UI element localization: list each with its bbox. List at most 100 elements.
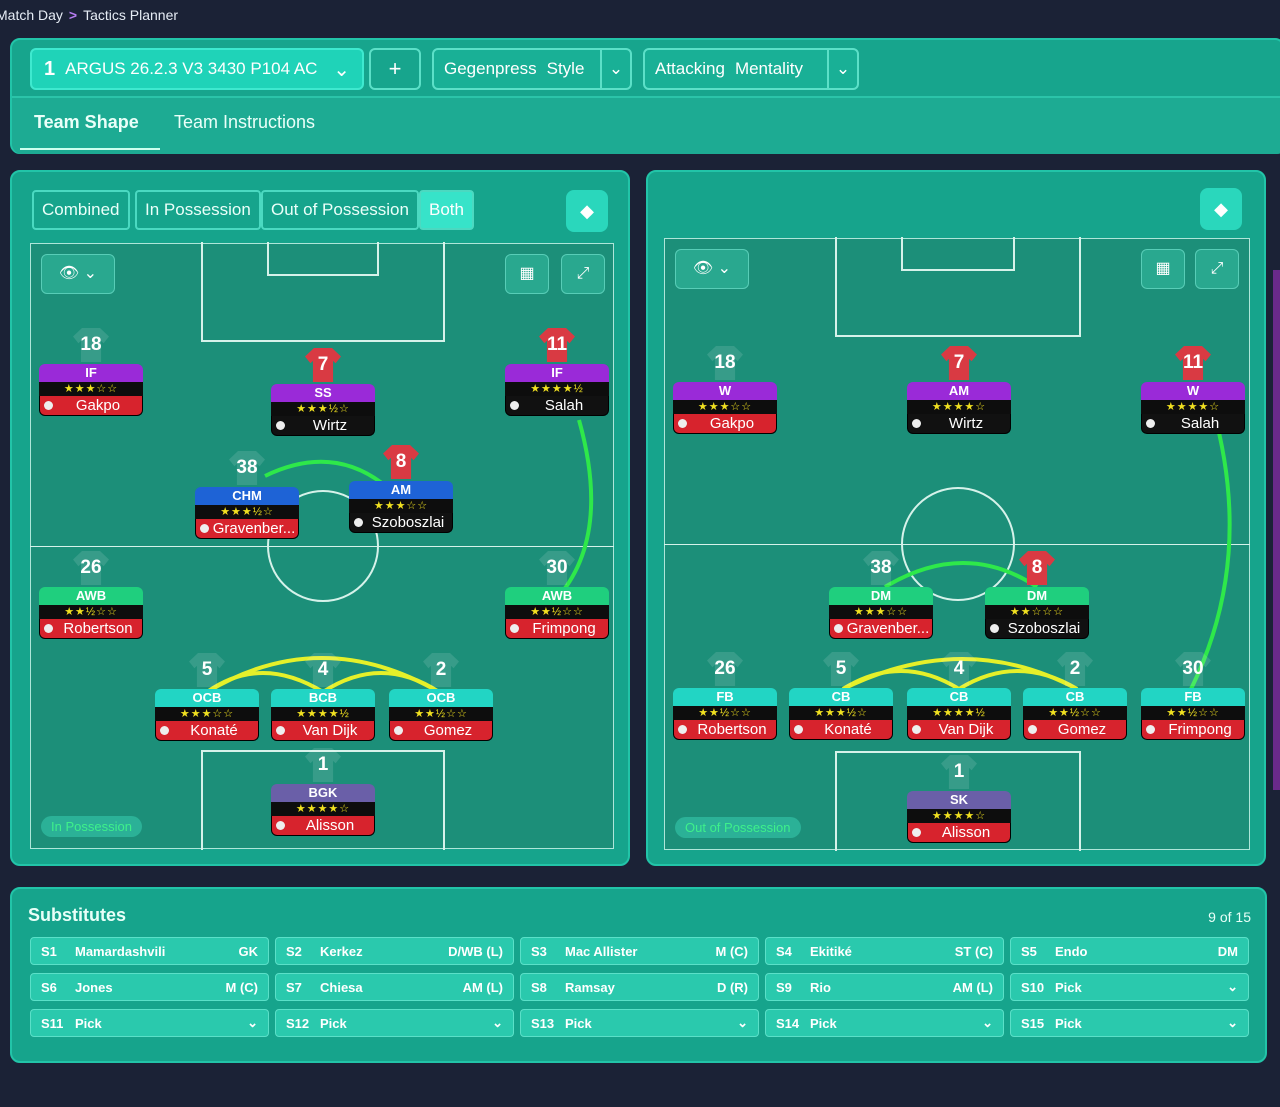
substitute-slot[interactable]: S9 Rio AM (L) (765, 973, 1004, 1001)
chevron-down-icon[interactable]: ⌄ (1227, 979, 1238, 995)
player-card[interactable]: 5 CB ★★★½☆ Konaté (789, 652, 893, 740)
sub-code: S10 (1021, 979, 1045, 995)
player-number: 30 (546, 557, 568, 578)
player-card[interactable]: 7 AM ★★★★☆ Wirtz (907, 346, 1011, 434)
sub-code: S12 (286, 1015, 310, 1031)
grid-icon[interactable]: ▦ (505, 254, 549, 294)
sub-code: S1 (41, 943, 57, 959)
style-value: Gegenpress (444, 59, 537, 78)
player-card[interactable]: 8 AM ★★★☆☆ Szoboszlai (349, 445, 453, 533)
sub-name: Chiesa (320, 979, 363, 995)
style-dropdown[interactable]: Gegenpress Style ⌄ (432, 48, 632, 90)
player-card[interactable]: 11 IF ★★★★½ Salah (505, 328, 609, 416)
player-card[interactable]: 4 BCB ★★★★½ Van Dijk (271, 653, 375, 741)
player-card[interactable]: 7 SS ★★★½☆ Wirtz (271, 348, 375, 436)
substitute-slot[interactable]: S7 Chiesa AM (L) (275, 973, 514, 1001)
substitute-slot[interactable]: S2 Kerkez D/WB (L) (275, 937, 514, 965)
player-name: Szoboszlai (985, 619, 1089, 639)
player-number: 11 (1182, 352, 1204, 373)
scrollbar[interactable] (1273, 270, 1280, 790)
substitute-slot[interactable]: S15 Pick ⌄ (1010, 1009, 1249, 1037)
chevron-down-icon[interactable]: ⌄ (600, 50, 630, 88)
substitute-slot[interactable]: S3 Mac Allister M (C) (520, 937, 759, 965)
player-role: OCB (155, 689, 259, 707)
add-tactic-button[interactable]: + (369, 48, 421, 90)
substitute-slot[interactable]: S13 Pick ⌄ (520, 1009, 759, 1037)
chevron-down-icon[interactable]: ⌄ (827, 50, 857, 88)
tab-team-shape[interactable]: Team Shape (34, 112, 139, 133)
player-role: CHM (195, 487, 299, 505)
player-card[interactable]: 26 AWB ★★½☆☆ Robertson (39, 551, 143, 639)
player-card[interactable]: 30 FB ★★½☆☆ Frimpong (1141, 652, 1245, 740)
player-card[interactable]: 2 OCB ★★½☆☆ Gomez (389, 653, 493, 741)
tab-team-instructions[interactable]: Team Instructions (174, 112, 315, 133)
chevron-down-icon[interactable]: ⌄ (247, 1015, 258, 1031)
sub-code: S11 (41, 1015, 64, 1031)
chevron-down-icon[interactable]: ⌄ (492, 1015, 503, 1031)
player-card[interactable]: 11 W ★★★★☆ Salah (1141, 346, 1245, 434)
sub-name: Pick (565, 1015, 592, 1031)
diamond-icon[interactable]: ◆ (1200, 188, 1242, 230)
player-card[interactable]: 38 DM ★★★☆☆ Gravenber... (829, 551, 933, 639)
sub-position: GK (238, 943, 259, 959)
player-card[interactable]: 5 OCB ★★★☆☆ Konaté (155, 653, 259, 741)
chevron-down-icon[interactable]: ⌄ (1227, 1015, 1238, 1031)
phase-label: In Possession (41, 816, 142, 837)
filter-combined[interactable]: Combined (32, 190, 130, 230)
player-card[interactable]: 18 W ★★★☆☆ Gakpo (673, 346, 777, 434)
role-rating-stars: ★★★☆☆ (349, 499, 453, 513)
visibility-toggle[interactable]: 👁 ⌄ (675, 249, 749, 289)
visibility-toggle[interactable]: 👁 ⌄ (41, 254, 115, 294)
grid-icon[interactable]: ▦ (1141, 249, 1185, 289)
substitute-slot[interactable]: S14 Pick ⌄ (765, 1009, 1004, 1037)
player-card[interactable]: 2 CB ★★½☆☆ Gomez (1023, 652, 1127, 740)
player-name: Van Dijk (907, 720, 1011, 740)
substitute-slot[interactable]: S11 Pick ⌄ (30, 1009, 269, 1037)
player-card[interactable]: 26 FB ★★½☆☆ Robertson (673, 652, 777, 740)
substitute-slot[interactable]: S4 Ekitiké ST (C) (765, 937, 1004, 965)
player-name: Wirtz (271, 416, 375, 436)
substitute-slot[interactable]: S10 Pick ⌄ (1010, 973, 1249, 1001)
expand-icon[interactable]: ⤢ (561, 254, 605, 294)
player-role: AWB (39, 587, 143, 605)
player-card[interactable]: 1 SK ★★★★☆ Alisson (907, 755, 1011, 843)
player-card[interactable]: 18 IF ★★★☆☆ Gakpo (39, 328, 143, 416)
sub-name: Pick (1055, 979, 1082, 995)
substitutes-count: 9 of 15 (1208, 909, 1251, 925)
player-role: W (1141, 382, 1245, 400)
player-card[interactable]: 1 BGK ★★★★☆ Alisson (271, 748, 375, 836)
tactic-name: ARGUS 26.2.3 V3 3430 P104 AC (65, 59, 318, 78)
substitute-slot[interactable]: S8 Ramsay D (R) (520, 973, 759, 1001)
player-number: 38 (236, 457, 258, 478)
expand-icon[interactable]: ⤢ (1195, 249, 1239, 289)
player-role: SK (907, 791, 1011, 809)
chevron-down-icon[interactable]: ⌄ (737, 1015, 748, 1031)
role-rating-stars: ★★★★☆ (1141, 400, 1245, 414)
player-card[interactable]: 38 CHM ★★★½☆ Gravenber... (195, 451, 299, 539)
tactic-selector[interactable]: 1 ARGUS 26.2.3 V3 3430 P104 AC ⌄ (30, 48, 364, 90)
player-name: Szoboszlai (349, 513, 453, 533)
substitutes-title: Substitutes (28, 905, 127, 925)
substitute-slot[interactable]: S1 Mamardashvili GK (30, 937, 269, 965)
filter-both[interactable]: Both (419, 190, 474, 230)
role-rating-stars: ★★★★½ (505, 382, 609, 396)
mentality-dropdown[interactable]: Attacking Mentality ⌄ (643, 48, 859, 90)
substitute-slot[interactable]: S5 Endo DM (1010, 937, 1249, 965)
player-number: 8 (395, 451, 407, 472)
player-name: Van Dijk (271, 721, 375, 741)
player-card[interactable]: 8 DM ★★☆☆☆ Szoboszlai (985, 551, 1089, 639)
player-role: SS (271, 384, 375, 402)
filter-in-possession[interactable]: In Possession (135, 190, 261, 230)
substitute-slot[interactable]: S6 Jones M (C) (30, 973, 269, 1001)
filter-out-of-possession[interactable]: Out of Possession (261, 190, 419, 230)
breadcrumb-match-day[interactable]: Match Day (0, 7, 63, 23)
tactic-header-panel: 1 ARGUS 26.2.3 V3 3430 P104 AC ⌄ + Gegen… (10, 38, 1280, 154)
diamond-icon[interactable]: ◆ (566, 190, 608, 232)
role-rating-stars: ★★★☆☆ (673, 400, 777, 414)
player-card[interactable]: 30 AWB ★★½☆☆ Frimpong (505, 551, 609, 639)
sub-name: Mac Allister (565, 943, 638, 959)
chevron-down-icon[interactable]: ⌄ (982, 1015, 993, 1031)
player-number: 8 (1031, 557, 1043, 578)
substitute-slot[interactable]: S12 Pick ⌄ (275, 1009, 514, 1037)
player-card[interactable]: 4 CB ★★★★½ Van Dijk (907, 652, 1011, 740)
